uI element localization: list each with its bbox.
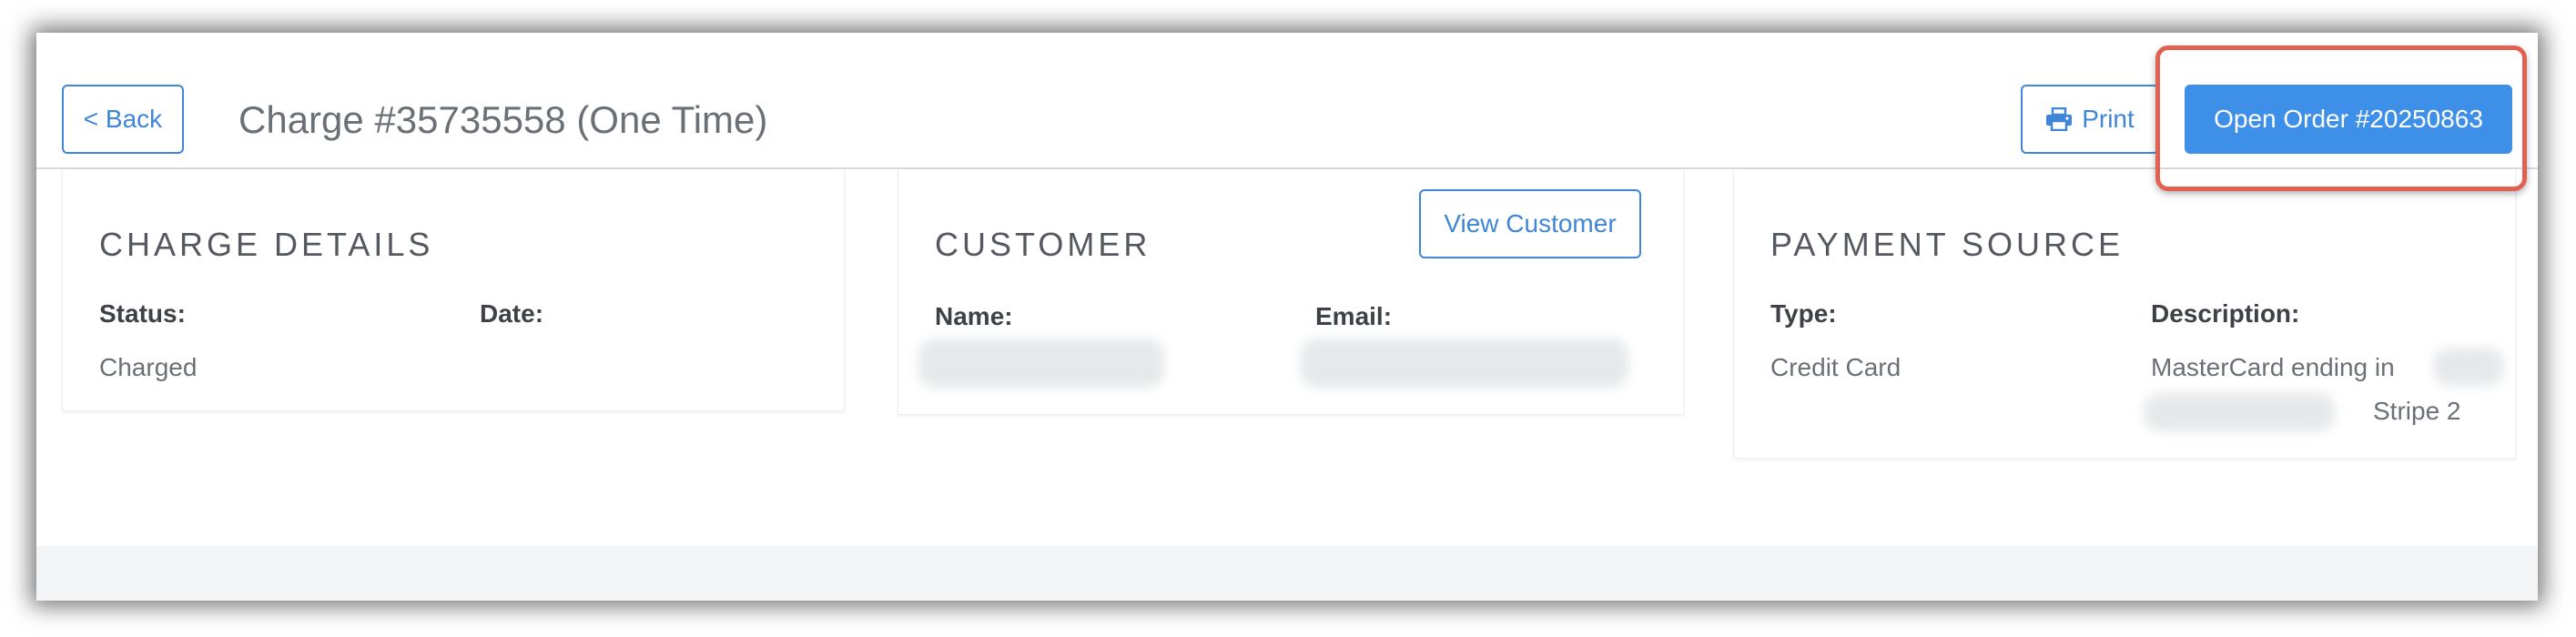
view-customer-button-label: View Customer	[1444, 209, 1617, 238]
email-value-redacted	[1301, 339, 1628, 388]
payment-source-card: PAYMENT SOURCE Type: Credit Card Descrip…	[1733, 169, 2516, 459]
email-label: Email:	[1315, 302, 1393, 330]
source-account-redacted	[2144, 393, 2335, 431]
payment-source-title: PAYMENT SOURCE	[1770, 226, 2125, 263]
open-order-highlight	[2155, 46, 2527, 191]
date-label: Date:	[480, 299, 544, 328]
card-number-redacted	[2433, 348, 2504, 386]
type-value: Credit Card	[1770, 353, 1902, 381]
page-footer-band	[36, 546, 2538, 601]
customer-title: CUSTOMER	[935, 226, 1151, 263]
back-button[interactable]: < Back	[62, 85, 184, 154]
charge-details-card: CHARGE DETAILS Status: Charged Date:	[62, 169, 845, 411]
name-label: Name:	[935, 302, 1013, 330]
name-value-redacted	[918, 339, 1164, 388]
page-title: Charge #35735558 (One Time)	[238, 98, 768, 141]
back-button-label: < Back	[83, 105, 163, 133]
view-customer-button[interactable]: View Customer	[1419, 189, 1641, 258]
description-label: Description:	[2151, 299, 2300, 328]
type-label: Type:	[1770, 299, 1837, 328]
print-button-label: Print	[2082, 105, 2135, 133]
charge-window: < Back Charge #35735558 (One Time) Print…	[36, 33, 2538, 601]
charge-details-title: CHARGE DETAILS	[99, 226, 434, 263]
customer-card: CUSTOMER View Customer Name: Email:	[898, 169, 1684, 415]
printer-icon	[2046, 107, 2073, 131]
description-line-1: MasterCard ending in	[2151, 353, 2395, 381]
status-value: Charged	[99, 353, 198, 381]
description-line-2: Stripe 2	[2373, 397, 2461, 425]
status-label: Status:	[99, 299, 186, 328]
print-button[interactable]: Print	[2021, 85, 2159, 154]
